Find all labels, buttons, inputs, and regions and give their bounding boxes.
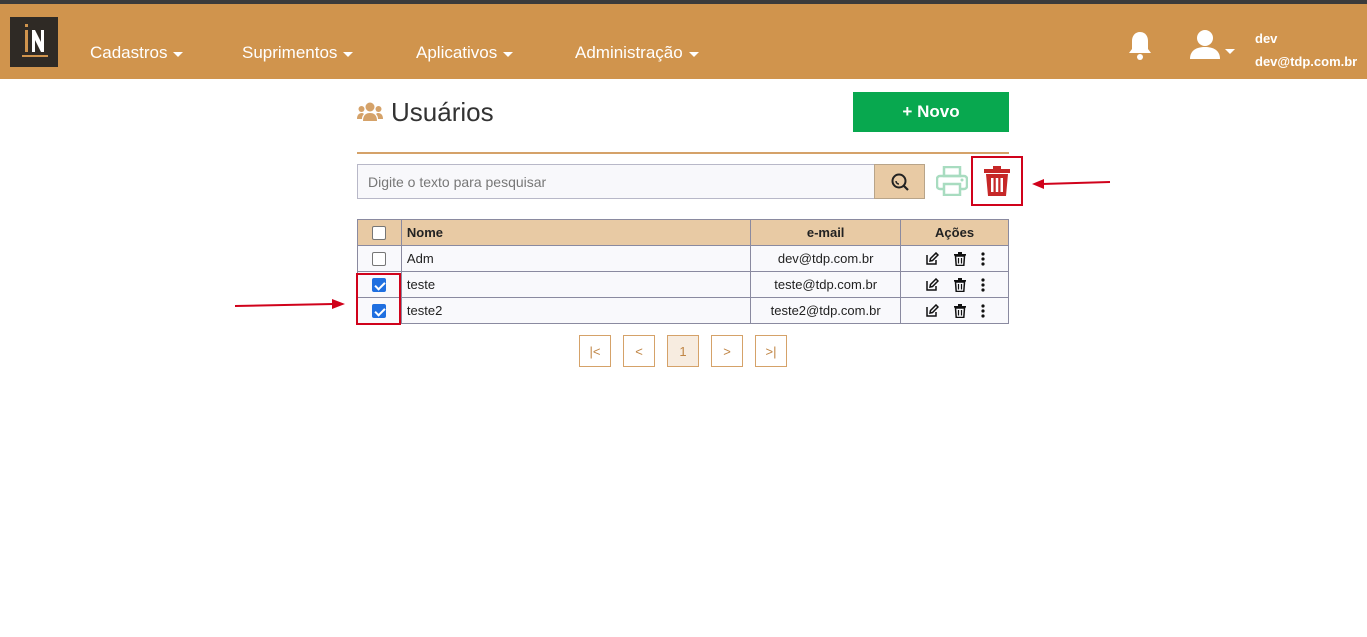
user-email-cell: dev@tdp.com.br — [750, 245, 902, 272]
search-input[interactable] — [357, 164, 875, 199]
delete-selected-button[interactable] — [971, 156, 1023, 206]
bell-icon[interactable] — [1126, 30, 1154, 67]
menu-label: Administração — [575, 43, 683, 62]
selection-highlight-box — [356, 273, 401, 325]
user-name-cell: teste2 — [400, 297, 752, 324]
user-name: dev — [1255, 31, 1278, 46]
column-header-email[interactable]: e-mail — [750, 219, 902, 246]
pagination-page-button[interactable]: 1 — [667, 335, 699, 367]
delete-icon[interactable] — [953, 303, 967, 318]
row-checkbox[interactable] — [372, 252, 387, 267]
pagination-next-button[interactable]: > — [711, 335, 743, 367]
chevron-down-icon — [688, 51, 699, 57]
pagination-prev-button[interactable]: < — [623, 335, 655, 367]
chevron-down-icon — [503, 51, 514, 57]
users-table: Nome e-mail Ações Adm dev@tdp.com.br tes… — [357, 219, 1009, 324]
more-options-icon[interactable] — [980, 277, 985, 292]
edit-icon[interactable] — [925, 303, 939, 318]
user-avatar-icon[interactable] — [1188, 29, 1222, 66]
menu-label: Suprimentos — [242, 43, 338, 62]
chevron-down-icon — [343, 51, 354, 57]
annotation-arrow — [1032, 179, 1111, 189]
row-checkbox-cell — [357, 245, 402, 272]
user-email: dev@tdp.com.br — [1255, 54, 1358, 69]
select-all-checkbox[interactable] — [372, 226, 387, 241]
table-row: teste2 teste2@tdp.com.br — [357, 297, 1009, 324]
trash-icon — [984, 166, 1010, 196]
row-actions-cell — [900, 245, 1009, 272]
top-navbar: Cadastros Suprimentos Aplicativos Admini… — [0, 4, 1367, 79]
chevron-down-icon — [173, 51, 184, 57]
menu-administracao[interactable]: Administração — [575, 43, 699, 63]
pagination-first-button[interactable]: |< — [579, 335, 611, 367]
edit-icon[interactable] — [925, 251, 939, 266]
delete-icon[interactable] — [953, 251, 967, 266]
pagination-last-button[interactable]: >| — [755, 335, 787, 367]
select-all-cell — [357, 219, 402, 246]
table-header-row: Nome e-mail Ações — [357, 219, 1009, 246]
new-user-button[interactable]: + Novo — [853, 92, 1009, 132]
page-title: Usuários — [391, 97, 494, 127]
chevron-down-icon[interactable] — [1225, 41, 1235, 59]
app-logo[interactable] — [10, 17, 58, 67]
column-header-name[interactable]: Nome — [400, 219, 752, 246]
menu-suprimentos[interactable]: Suprimentos — [242, 43, 354, 63]
user-email-cell: teste2@tdp.com.br — [750, 297, 902, 324]
menu-label: Aplicativos — [416, 43, 498, 62]
menu-aplicativos[interactable]: Aplicativos — [416, 43, 514, 63]
user-name-cell: teste — [400, 271, 752, 298]
menu-label: Cadastros — [90, 43, 168, 62]
delete-icon[interactable] — [953, 277, 967, 292]
more-options-icon[interactable] — [980, 303, 985, 318]
table-row: teste teste@tdp.com.br — [357, 271, 1009, 298]
annotation-arrow — [235, 299, 345, 309]
printer-icon — [935, 165, 969, 197]
more-options-icon[interactable] — [980, 251, 985, 266]
edit-icon[interactable] — [925, 277, 939, 292]
search-button[interactable] — [874, 164, 925, 199]
title-divider — [357, 152, 1009, 154]
print-button[interactable] — [935, 165, 969, 201]
user-name-cell: Adm — [400, 245, 752, 272]
user-email-cell: teste@tdp.com.br — [750, 271, 902, 298]
table-row: Adm dev@tdp.com.br — [357, 245, 1009, 272]
row-actions-cell — [900, 297, 1009, 324]
row-actions-cell — [900, 271, 1009, 298]
users-icon — [357, 102, 383, 127]
search-icon — [891, 173, 909, 191]
menu-cadastros[interactable]: Cadastros — [90, 43, 184, 63]
column-header-actions: Ações — [900, 219, 1009, 246]
